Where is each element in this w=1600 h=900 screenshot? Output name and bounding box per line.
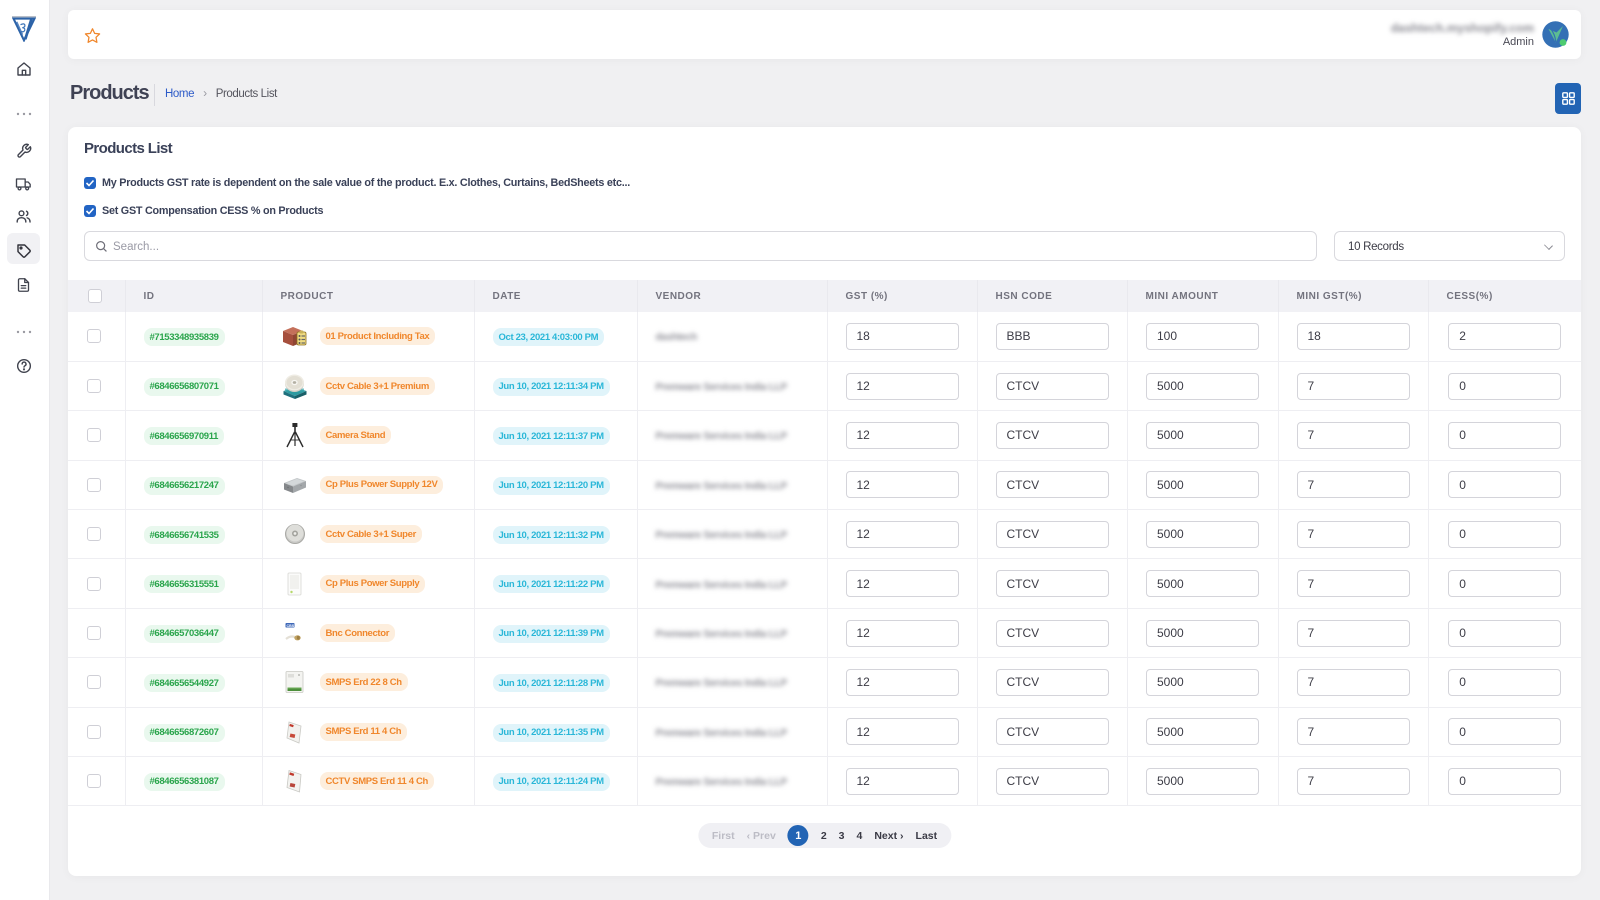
svg-text:CBS: CBS <box>286 624 294 628</box>
